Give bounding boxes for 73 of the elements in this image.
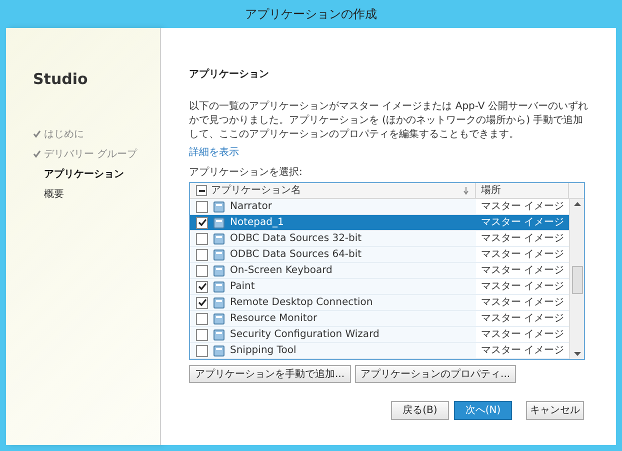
application-name: Security Configuration Wizard <box>230 328 380 342</box>
location-cell-text: マスター イメージ <box>481 200 564 214</box>
checkbox[interactable] <box>196 248 208 260</box>
table-row[interactable]: Remote Desktop Connection マスター イメージ <box>190 295 569 311</box>
select-all-checkbox[interactable] <box>196 185 207 196</box>
location-cell-text: マスター イメージ <box>481 232 564 246</box>
app-icon <box>213 248 225 260</box>
table-row[interactable]: ODBC Data Sources 32-bit マスター イメージ <box>190 231 569 247</box>
table-row[interactable]: On-Screen Keyboard マスター イメージ <box>190 263 569 279</box>
table-row[interactable]: Resource Monitor マスター イメージ <box>190 311 569 327</box>
checkbox[interactable] <box>196 232 208 244</box>
scrollbar[interactable] <box>569 199 584 359</box>
location-cell-text: マスター イメージ <box>481 248 564 262</box>
application-name: Paint <box>230 280 255 294</box>
sidebar-step: アプリケーション <box>44 166 124 182</box>
checkbox[interactable] <box>196 328 208 340</box>
scroll-up-icon[interactable] <box>574 202 580 206</box>
scroll-thumb[interactable] <box>572 266 582 294</box>
location-cell-text: マスター イメージ <box>481 296 564 310</box>
sidebar-step: はじめに <box>44 126 84 142</box>
table-action-button[interactable]: アプリケーションを手動で追加... <box>189 365 351 383</box>
checkbox[interactable] <box>196 312 208 324</box>
application-name: Notepad_1 <box>230 216 284 230</box>
app-icon <box>213 216 225 228</box>
checkbox[interactable] <box>196 200 208 212</box>
table-row[interactable]: Notepad_1 マスター イメージ <box>190 215 569 231</box>
column-header[interactable]: アプリケーション名 <box>211 183 459 198</box>
checkbox[interactable] <box>196 280 208 292</box>
checkbox[interactable] <box>196 216 208 228</box>
select-label: アプリケーションを選択: <box>189 166 304 180</box>
app-icon <box>213 232 225 244</box>
location-cell-text: マスター イメージ <box>481 216 564 230</box>
location-cell-text: マスター イメージ <box>481 280 564 294</box>
sidebar-step: 概要 <box>44 186 64 202</box>
location-cell-text: マスター イメージ <box>481 328 564 342</box>
application-name: Snipping Tool <box>230 344 296 358</box>
app-icon <box>213 264 225 276</box>
app-icon <box>213 296 225 308</box>
description: 以下の一覧のアプリケーションがマスター イメージまたは App-V 公開サーバーのいずれかで見つかりました。アプリケーションを (ほかのネットワークの場所から) 手動で追加して、ここのアプリケーションのプロパティを編集することもできます。 <box>189 100 589 142</box>
wizard-button[interactable]: 次へ(N) <box>454 401 512 420</box>
column-header[interactable]: 場所 <box>481 183 501 198</box>
details-link[interactable]: 詳細を表示 <box>189 145 239 160</box>
sort-arrow-icon <box>463 186 469 194</box>
application-name: Remote Desktop Connection <box>230 296 373 310</box>
application-name: Narrator <box>230 200 272 214</box>
window-title: アプリケーションの作成 <box>245 6 377 23</box>
scroll-down-icon[interactable] <box>574 352 580 356</box>
location-cell-text: マスター イメージ <box>481 264 564 278</box>
wizard-button[interactable]: キャンセル <box>526 401 584 420</box>
table-row[interactable]: Security Configuration Wizard マスター イメージ <box>190 327 569 343</box>
table-row[interactable]: ODBC Data Sources 64-bit マスター イメージ <box>190 247 569 263</box>
app-icon <box>213 280 225 292</box>
app-icon <box>213 344 225 356</box>
table-row[interactable]: Paint マスター イメージ <box>190 279 569 295</box>
application-name: Resource Monitor <box>230 312 318 326</box>
table-row[interactable]: Narrator マスター イメージ <box>190 199 569 215</box>
sidebar-title: Studio <box>33 69 89 90</box>
page-heading: アプリケーション <box>189 67 270 82</box>
sidebar-step: デリバリー グループ <box>44 146 138 162</box>
table-action-button[interactable]: アプリケーションのプロパティ... <box>354 365 516 383</box>
location-cell-text: マスター イメージ <box>481 344 564 358</box>
wizard-button[interactable]: 戻る(B) <box>391 401 449 420</box>
checkbox[interactable] <box>196 264 208 276</box>
application-name: ODBC Data Sources 32-bit <box>230 232 362 246</box>
app-icon <box>213 200 225 212</box>
application-name: ODBC Data Sources 64-bit <box>230 248 362 262</box>
checkbox[interactable] <box>196 296 208 308</box>
table-row[interactable]: Snipping Tool マスター イメージ <box>190 343 569 359</box>
location-cell-text: マスター イメージ <box>481 312 564 326</box>
app-icon <box>213 328 225 340</box>
checkbox[interactable] <box>196 344 208 356</box>
app-icon <box>213 312 225 324</box>
application-name: On-Screen Keyboard <box>230 264 332 278</box>
